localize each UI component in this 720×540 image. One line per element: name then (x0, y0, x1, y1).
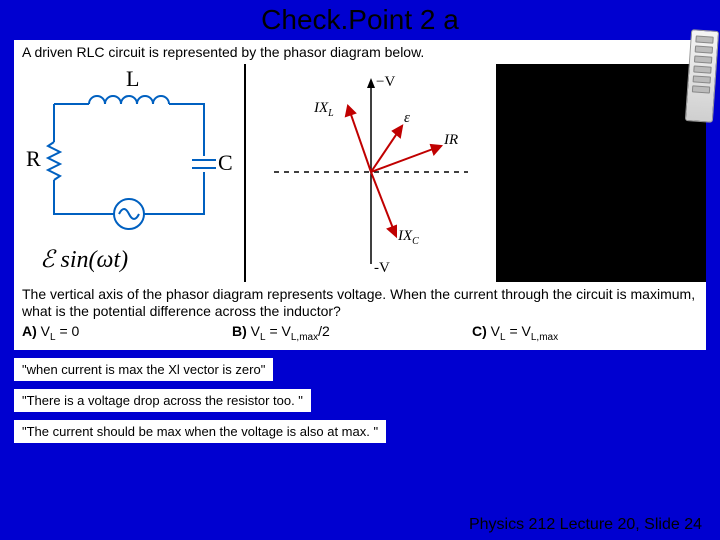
svg-text:IXL: IXL (313, 100, 334, 119)
option-a: A) VL = 0 (22, 323, 232, 344)
question-text: The vertical axis of the phasor diagram … (22, 286, 698, 321)
quote-2: "There is a voltage drop across the resi… (14, 389, 311, 412)
intro-text: A driven RLC circuit is represented by t… (14, 40, 706, 64)
svg-text:IR: IR (443, 132, 458, 148)
phasor-bottom-label: -V (374, 260, 390, 276)
phasor-top-label: −V (376, 74, 395, 90)
drive-equation: ℰ sin(ωt) (40, 245, 128, 274)
option-b: B) VL = VL,max/2 (232, 323, 472, 344)
quote-3: "The current should be max when the volt… (14, 420, 386, 443)
footer-text: Physics 212 Lecture 20, Slide 24 (469, 516, 702, 534)
circuit-diagram: L R C ℰ sin(ωt) (14, 64, 244, 282)
phasor-diagram: −V -V IXL ε IR IXC (246, 64, 496, 282)
svg-text:ε: ε (404, 110, 410, 126)
figure-area: L R C ℰ sin(ωt) (14, 64, 706, 282)
clicker-remote-icon (685, 29, 719, 123)
question-box: The vertical axis of the phasor diagram … (14, 282, 706, 350)
page-title: Check.Point 2 a (0, 0, 720, 38)
quote-1: "when current is max the Xl vector is ze… (14, 358, 273, 381)
label-R: R (26, 146, 41, 171)
label-L: L (126, 66, 139, 91)
option-c: C) VL = VL,max (472, 323, 558, 344)
svg-text:IXC: IXC (397, 228, 419, 247)
label-C: C (218, 150, 233, 175)
